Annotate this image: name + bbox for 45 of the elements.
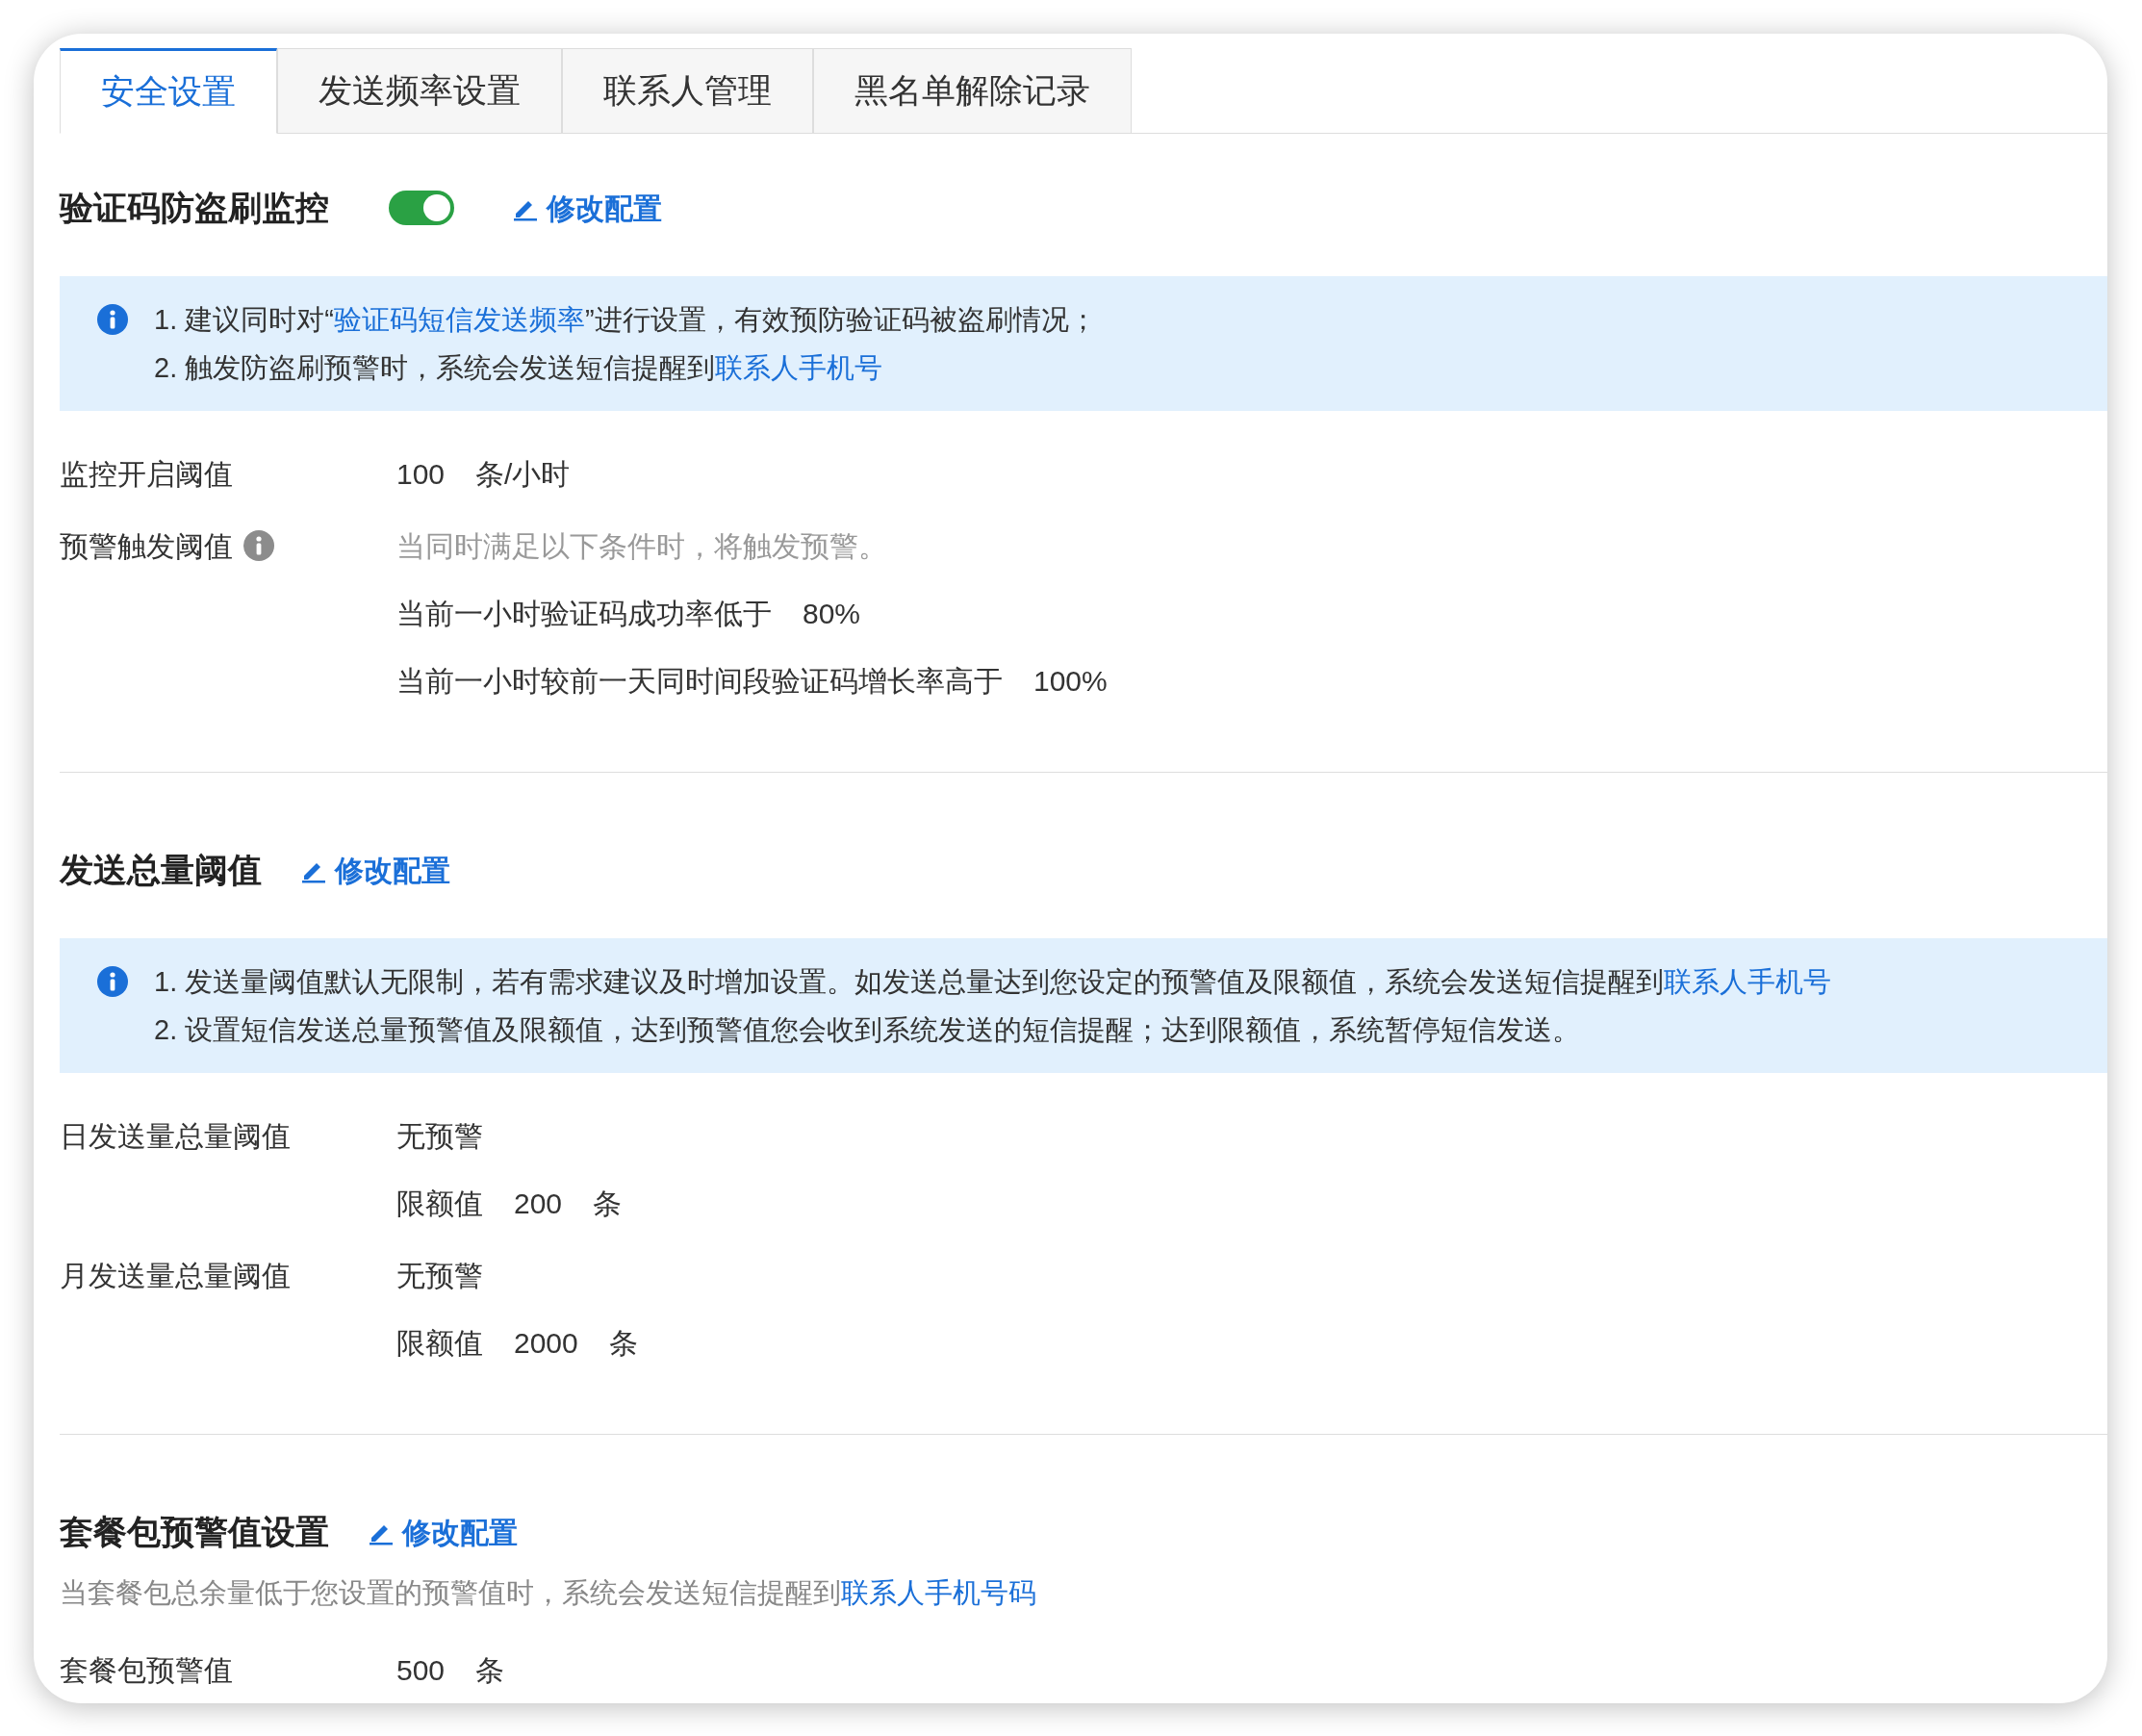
field-label: 套餐包预警值 — [60, 1652, 233, 1688]
field-value: 无预警 — [396, 1258, 483, 1293]
field-value: 条/小时 — [475, 456, 571, 492]
hint-text: 当同时满足以下条件时，将触发预警。 — [396, 528, 887, 564]
field-value: 80% — [803, 596, 861, 631]
tab[interactable]: 黑名单解除记录 — [813, 48, 1132, 134]
section-description: 当套餐包总余量低于您设置的预警值时，系统会发送短信提醒到联系人手机号码 — [60, 1576, 1037, 1610]
contact-link[interactable]: 联系人手机号 — [1664, 966, 1832, 997]
field-value: 500 — [396, 1652, 446, 1688]
field-value: 当前一小时较前一天同时间段验证码增长率高于 — [396, 663, 1003, 699]
field-label: 日发送量总量阈值 — [60, 1118, 291, 1154]
section-title: 套餐包预警值设置 — [60, 1511, 329, 1552]
field-value: 2000 — [514, 1325, 578, 1361]
tab[interactable]: 安全设置 — [60, 48, 277, 134]
edit-config-link[interactable]: 修改配置 — [368, 1510, 518, 1554]
field-value: 条 — [608, 1325, 638, 1361]
info-icon — [96, 303, 129, 336]
field-value: 条 — [593, 1186, 623, 1221]
field-value: 100 — [396, 456, 446, 492]
contact-link[interactable]: 验证码短信发送频率 — [333, 304, 585, 335]
toggle-switch[interactable] — [389, 191, 454, 225]
contact-link[interactable]: 联系人手机号码 — [841, 1577, 1036, 1608]
field-value: 200 — [514, 1186, 563, 1221]
contact-link[interactable]: 联系人手机号 — [715, 352, 883, 383]
field-value: 当前一小时验证码成功率低于 — [396, 596, 772, 631]
field-value: 限额值 — [396, 1186, 483, 1221]
notice-line: 2. 设置短信发送总量预警值及限额值，达到预警值您会收到系统发送的短信提醒；达到限额值，系统暂停短信发送。 — [154, 1013, 1582, 1047]
info-icon — [96, 965, 129, 998]
field-value: 无预警 — [396, 1118, 483, 1154]
section-title: 验证码防盗刷监控 — [60, 187, 329, 228]
field-value: 限额值 — [396, 1325, 483, 1361]
tab[interactable]: 发送频率设置 — [277, 48, 562, 134]
notice-line: 1. 建议同时对“验证码短信发送频率”进行设置，有效预防验证码被盗刷情况； — [154, 303, 1097, 337]
edit-config-link[interactable]: 修改配置 — [512, 186, 662, 230]
field-label: 月发送量总量阈值 — [60, 1258, 291, 1293]
field-label: 监控开启阈值 — [60, 456, 233, 492]
info-icon — [242, 529, 275, 562]
section-title: 发送总量阈值 — [60, 849, 262, 890]
field-value: 条 — [475, 1652, 505, 1688]
notice-line: 1. 发送量阈值默认无限制，若有需求建议及时增加设置。如发送总量达到您设定的预警值及限额值，系统会发送短信提醒到联系人手机号 — [154, 965, 1832, 999]
notice-line: 2. 触发防盗刷预警时，系统会发送短信提醒到联系人手机号 — [154, 351, 884, 385]
edit-config-link[interactable]: 修改配置 — [300, 848, 450, 892]
field-label: 预警触发阈值 — [60, 528, 233, 564]
tab[interactable]: 联系人管理 — [562, 48, 813, 134]
field-value: 100% — [1033, 663, 1108, 699]
